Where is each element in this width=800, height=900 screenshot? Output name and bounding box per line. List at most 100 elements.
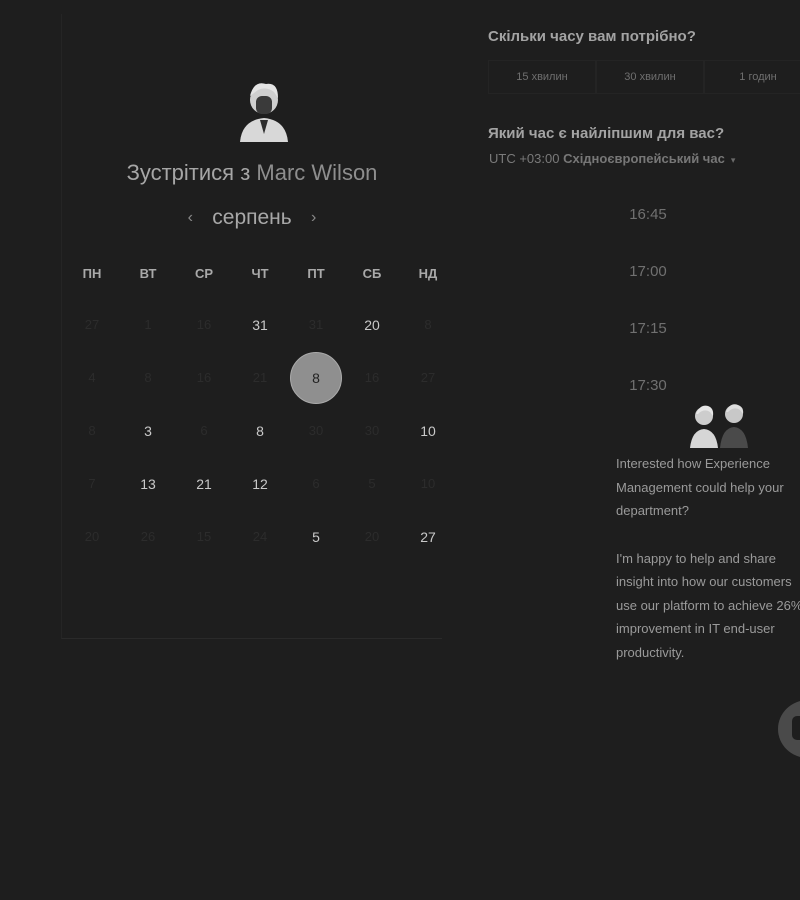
timezone-offset: UTC +03:00 bbox=[489, 151, 560, 166]
calendar-day-number: 3 bbox=[144, 422, 152, 439]
calendar-day[interactable]: 10 bbox=[400, 404, 456, 457]
scheduling-panel: Скільки часу вам потрібно? 15 хвилин 30 х… bbox=[488, 0, 800, 900]
calendar-day: 24 bbox=[232, 510, 288, 563]
calendar-panel: Зустрітися з Marc Wilson ‹ серпень › ПН В… bbox=[61, 14, 442, 639]
calendar-day-number: 8 bbox=[424, 317, 432, 332]
calendar-day-number: 8 bbox=[256, 422, 264, 439]
calendar-day: 1 bbox=[120, 298, 176, 351]
duration-option[interactable]: 1 годин bbox=[704, 60, 800, 94]
calendar-day-number: 27 bbox=[420, 370, 436, 385]
current-month: серпень bbox=[212, 206, 292, 229]
calendar-day: 27 bbox=[400, 351, 456, 404]
calendar-day[interactable]: 3 bbox=[120, 404, 176, 457]
timezone-selector[interactable]: UTC +03:00 Східноєвропейський час ▾ bbox=[489, 151, 735, 166]
calendar-day-number: 16 bbox=[196, 370, 212, 385]
calendar-day-number: 8 bbox=[88, 423, 96, 438]
weekday-label: ПТ bbox=[307, 266, 325, 281]
calendar-day-number: 20 bbox=[84, 529, 100, 544]
calendar-day-number: 10 bbox=[420, 422, 436, 439]
calendar-day: 15 bbox=[176, 510, 232, 563]
calendar-day-number: 20 bbox=[364, 529, 380, 544]
calendar-day-number: 6 bbox=[312, 476, 320, 491]
weekday-label: ПН bbox=[82, 266, 102, 281]
calendar-day-number: 6 bbox=[200, 423, 208, 438]
calendar-day-number: 8 bbox=[290, 351, 342, 404]
calendar-day: 8 bbox=[400, 298, 456, 351]
calendar-day[interactable]: 5 bbox=[288, 510, 344, 563]
calendar-day-number: 20 bbox=[364, 316, 380, 333]
month-navigation: ‹ серпень › bbox=[62, 206, 442, 230]
calendar-day-number: 21 bbox=[252, 370, 268, 385]
duration-option[interactable]: 15 хвилин bbox=[488, 60, 596, 94]
calendar-grid: 27 1 16 31 31 20 8 4 8 16 21 8 16 27 8 3 6 8 30 30 10 7 13 21 12… bbox=[64, 298, 456, 563]
calendar-day-number: 27 bbox=[420, 528, 436, 545]
duration-heading: Скільки часу вам потрібно? bbox=[488, 28, 696, 45]
weekday-label: ВТ bbox=[139, 266, 157, 281]
calendar-day-number: 5 bbox=[368, 476, 376, 491]
calendar-day: 8 bbox=[64, 404, 120, 457]
calendar-day[interactable]: 27 bbox=[400, 510, 456, 563]
prev-month-button[interactable]: ‹ bbox=[170, 209, 210, 227]
info-paragraph-1: Interested how Experience Management cou… bbox=[616, 456, 784, 518]
info-paragraph-2: I'm happy to help and share insight into… bbox=[616, 550, 800, 660]
calendar-day[interactable]: 12 bbox=[232, 457, 288, 510]
calendar-day-number: 10 bbox=[420, 476, 436, 491]
calendar-day: 10 bbox=[400, 457, 456, 510]
calendar-day: 21 bbox=[232, 351, 288, 404]
calendar-day-number: 5 bbox=[312, 528, 320, 545]
weekday-label: НД bbox=[418, 266, 438, 281]
calendar-day[interactable]: 21 bbox=[176, 457, 232, 510]
calendar-day[interactable]: 20 bbox=[344, 298, 400, 351]
time-heading: Який час є найліпшим для вас? bbox=[488, 125, 725, 142]
calendar-day: 20 bbox=[64, 510, 120, 563]
meeting-title: Зустрітися з Marc Wilson bbox=[62, 160, 442, 186]
calendar-day: 6 bbox=[288, 457, 344, 510]
calendar-day-selected[interactable]: 8 bbox=[288, 351, 344, 404]
calendar-day-number: 15 bbox=[196, 529, 212, 544]
time-slot-list: 16:45 17:00 17:15 17:30 bbox=[488, 186, 800, 414]
calendar-day: 16 bbox=[176, 298, 232, 351]
calendar-day-number: 12 bbox=[252, 475, 268, 492]
calendar-day-number: 27 bbox=[84, 317, 100, 332]
weekday-label: ЧТ bbox=[251, 266, 269, 281]
calendar-day: 8 bbox=[120, 351, 176, 404]
calendar-day[interactable]: 13 bbox=[120, 457, 176, 510]
calendar-day: 26 bbox=[120, 510, 176, 563]
calendar-day-number: 4 bbox=[88, 370, 96, 385]
calendar-day-number: 1 bbox=[144, 317, 152, 332]
calendar-day-number: 30 bbox=[364, 423, 380, 438]
next-month-button[interactable]: › bbox=[294, 209, 334, 227]
calendar-day: 5 bbox=[344, 457, 400, 510]
calendar-day-number: 21 bbox=[196, 475, 212, 492]
meeting-title-prefix: Зустрітися з bbox=[126, 160, 251, 185]
weekday-label: СР bbox=[194, 266, 214, 281]
calendar-day: 7 bbox=[64, 457, 120, 510]
time-slot[interactable]: 17:00 bbox=[488, 243, 800, 300]
calendar-day: 16 bbox=[176, 351, 232, 404]
weekday-header: ПН ВТ СР ЧТ ПТ СБ НД bbox=[64, 266, 456, 281]
calendar-day-number: 8 bbox=[144, 370, 152, 385]
weekday-label: СБ bbox=[362, 266, 382, 281]
calendar-day[interactable]: 31 bbox=[232, 298, 288, 351]
calendar-day[interactable]: 8 bbox=[232, 404, 288, 457]
calendar-day: 27 bbox=[64, 298, 120, 351]
calendar-day-number: 7 bbox=[88, 476, 96, 491]
calendar-day: 31 bbox=[288, 298, 344, 351]
calendar-day-number: 16 bbox=[364, 370, 380, 385]
calendar-day: 16 bbox=[344, 351, 400, 404]
duration-option[interactable]: 30 хвилин bbox=[596, 60, 704, 94]
calendar-day-number: 30 bbox=[308, 423, 324, 438]
duration-options: 15 хвилин 30 хвилин 1 годин bbox=[488, 60, 800, 94]
calendar-day-number: 31 bbox=[308, 317, 324, 332]
chevron-down-icon: ▾ bbox=[730, 155, 736, 165]
chat-icon bbox=[792, 716, 800, 740]
team-avatars bbox=[690, 404, 748, 448]
calendar-day-number: 26 bbox=[140, 529, 156, 544]
time-slot[interactable]: 17:15 bbox=[488, 300, 800, 357]
calendar-day-number: 31 bbox=[252, 316, 268, 333]
time-slot[interactable]: 16:45 bbox=[488, 186, 800, 243]
info-text: Interested how Experience Management cou… bbox=[616, 452, 800, 688]
calendar-day: 4 bbox=[64, 351, 120, 404]
calendar-day-number: 16 bbox=[196, 317, 212, 332]
calendar-day: 6 bbox=[176, 404, 232, 457]
